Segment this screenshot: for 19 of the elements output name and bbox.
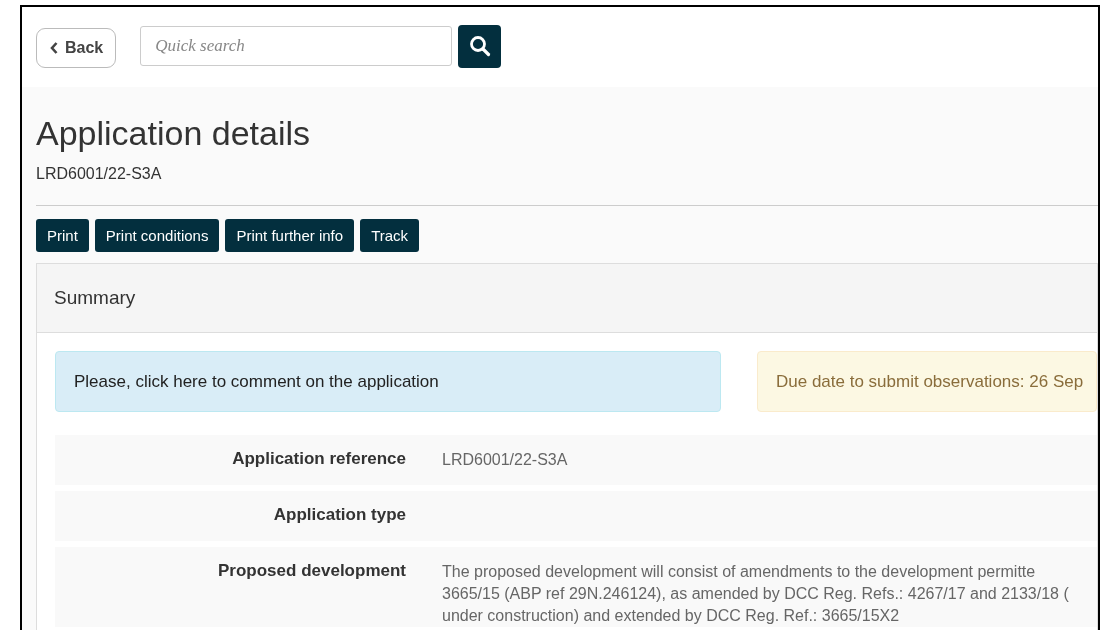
back-button[interactable]: Back <box>36 27 117 68</box>
action-button[interactable]: Print conditions <box>94 219 220 252</box>
action-button[interactable]: Print further info <box>225 219 355 252</box>
comment-link-alert[interactable]: Please, click here to comment on the application <box>55 351 721 412</box>
search-button[interactable] <box>458 24 502 68</box>
action-button[interactable]: Print <box>36 219 89 252</box>
search-field[interactable]: Quick search <box>140 26 453 66</box>
panel-title: Summary <box>54 287 136 309</box>
page-title: Application details <box>36 113 312 154</box>
application-reference: LRD6001/22-S3A <box>36 165 163 183</box>
field-label: Proposed development <box>218 561 406 580</box>
field-label: Application type <box>273 505 406 524</box>
field-value: LRD6001/22-S3A <box>442 451 568 468</box>
chevron-left-icon <box>50 41 58 54</box>
search-icon <box>468 35 491 57</box>
field-label: Application reference <box>232 449 406 468</box>
field-value: The proposed development will consist of amendments to the development permitte 3665/15 (ABP ref 29N.246124), as amended by DCC Reg. Refs.: 4267/17 and 2133/18 ( under construction) and extended by DCC Reg. Ref.: 3665/15X2 <box>442 563 1069 624</box>
action-button[interactable]: Track <box>360 219 420 252</box>
due-date-alert: Due date to submit observations: 26 Sep <box>757 351 1097 412</box>
